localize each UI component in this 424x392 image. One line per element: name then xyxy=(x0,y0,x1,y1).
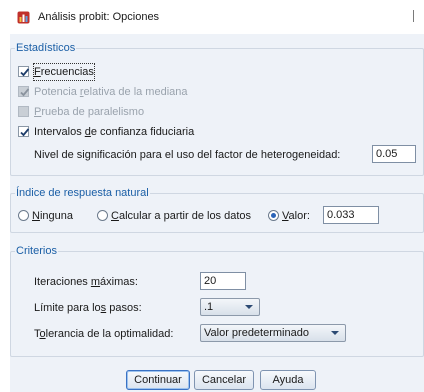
calcular-label-mnemonic: C xyxy=(111,210,119,222)
paralelismo-label-post: rueba de paralelismo xyxy=(41,106,145,118)
frecuencias-checkbox[interactable] xyxy=(18,66,30,77)
indice-legend: Índice de respuesta natural xyxy=(16,187,149,199)
limite-pasos-value: .1 xyxy=(204,301,214,313)
intervalos-label-pre: Intervalos xyxy=(34,126,85,138)
cancelar-button[interactable]: Cancelar xyxy=(194,370,254,390)
intervalos-checkbox[interactable] xyxy=(18,126,30,137)
tolerancia-dropdown[interactable]: Valor predeterminado xyxy=(200,324,346,342)
iteraciones-label-pre: Iteraciones xyxy=(34,276,91,288)
intervalos-label: Intervalos de confianza fiduciaria xyxy=(34,124,194,140)
limite-pasos-dropdown[interactable]: .1 xyxy=(200,298,260,316)
frecuencias-label-mnemonic: F xyxy=(34,66,41,78)
chevron-down-icon xyxy=(331,331,339,335)
limite-label: Límite para los pasos: xyxy=(34,300,142,316)
paralelismo-checkbox xyxy=(18,106,29,117)
iteraciones-label-post: áximas: xyxy=(100,276,138,288)
nivel-significacion-input[interactable]: 0.05 xyxy=(372,145,416,163)
tolerancia-label-post: lerancia de la optimalidad: xyxy=(45,328,174,340)
ninguna-radio[interactable] xyxy=(18,210,29,221)
frecuencias-label: Frecuencias xyxy=(33,63,95,81)
limite-label-post: pasos: xyxy=(106,302,142,314)
chevron-down-icon xyxy=(245,305,253,309)
potencia-label: Potencia relativa de la mediana xyxy=(34,84,188,100)
potencia-label-pre: Potencia xyxy=(34,86,80,98)
window-edge xyxy=(413,10,418,22)
calcular-radio[interactable] xyxy=(97,210,108,221)
title-bar: Análisis probit: Opciones xyxy=(0,0,424,34)
iteraciones-label: Iteraciones máximas: xyxy=(34,274,138,290)
iteraciones-input[interactable]: 20 xyxy=(200,272,246,290)
potencia-label-post: elativa de la mediana xyxy=(83,86,188,98)
intervalos-label-post: e confianza fiduciaria xyxy=(90,126,195,138)
valor-label: Valor: xyxy=(282,208,310,224)
tolerancia-value: Valor predeterminado xyxy=(204,327,309,339)
window-title: Análisis probit: Opciones xyxy=(38,11,160,23)
limite-label-pre: Límite para lo xyxy=(34,302,101,314)
valor-label-post: alor: xyxy=(288,210,310,222)
calcular-label: Calcular a partir de los datos xyxy=(111,208,251,224)
nivel-label: Nivel de significación para el uso del f… xyxy=(34,149,341,161)
paralelismo-label: Prueba de paralelismo xyxy=(34,104,144,120)
valor-input[interactable]: 0.033 xyxy=(323,206,379,224)
ninguna-label-post: inguna xyxy=(39,210,73,222)
valor-radio[interactable] xyxy=(268,210,279,221)
frecuencias-label-post: recuencias xyxy=(40,66,94,78)
ninguna-label: Ninguna xyxy=(32,208,73,224)
ninguna-label-mnemonic: N xyxy=(32,210,40,222)
spss-app-icon xyxy=(17,11,30,24)
tolerancia-label: Tolerancia de la optimalidad: xyxy=(34,326,173,342)
potencia-checkbox xyxy=(18,86,30,97)
continuar-button[interactable]: Continuar xyxy=(126,370,190,390)
iteraciones-label-mnemonic: m xyxy=(90,276,101,288)
ayuda-button[interactable]: Ayuda xyxy=(260,370,316,390)
estadisticos-legend: Estadísticos xyxy=(16,42,76,54)
calcular-label-post: alcular a partir de los datos xyxy=(118,210,252,222)
dialog-body: Estadísticos Frecuencias Potencia relati… xyxy=(10,34,424,392)
criterios-legend: Criterios xyxy=(16,245,57,257)
